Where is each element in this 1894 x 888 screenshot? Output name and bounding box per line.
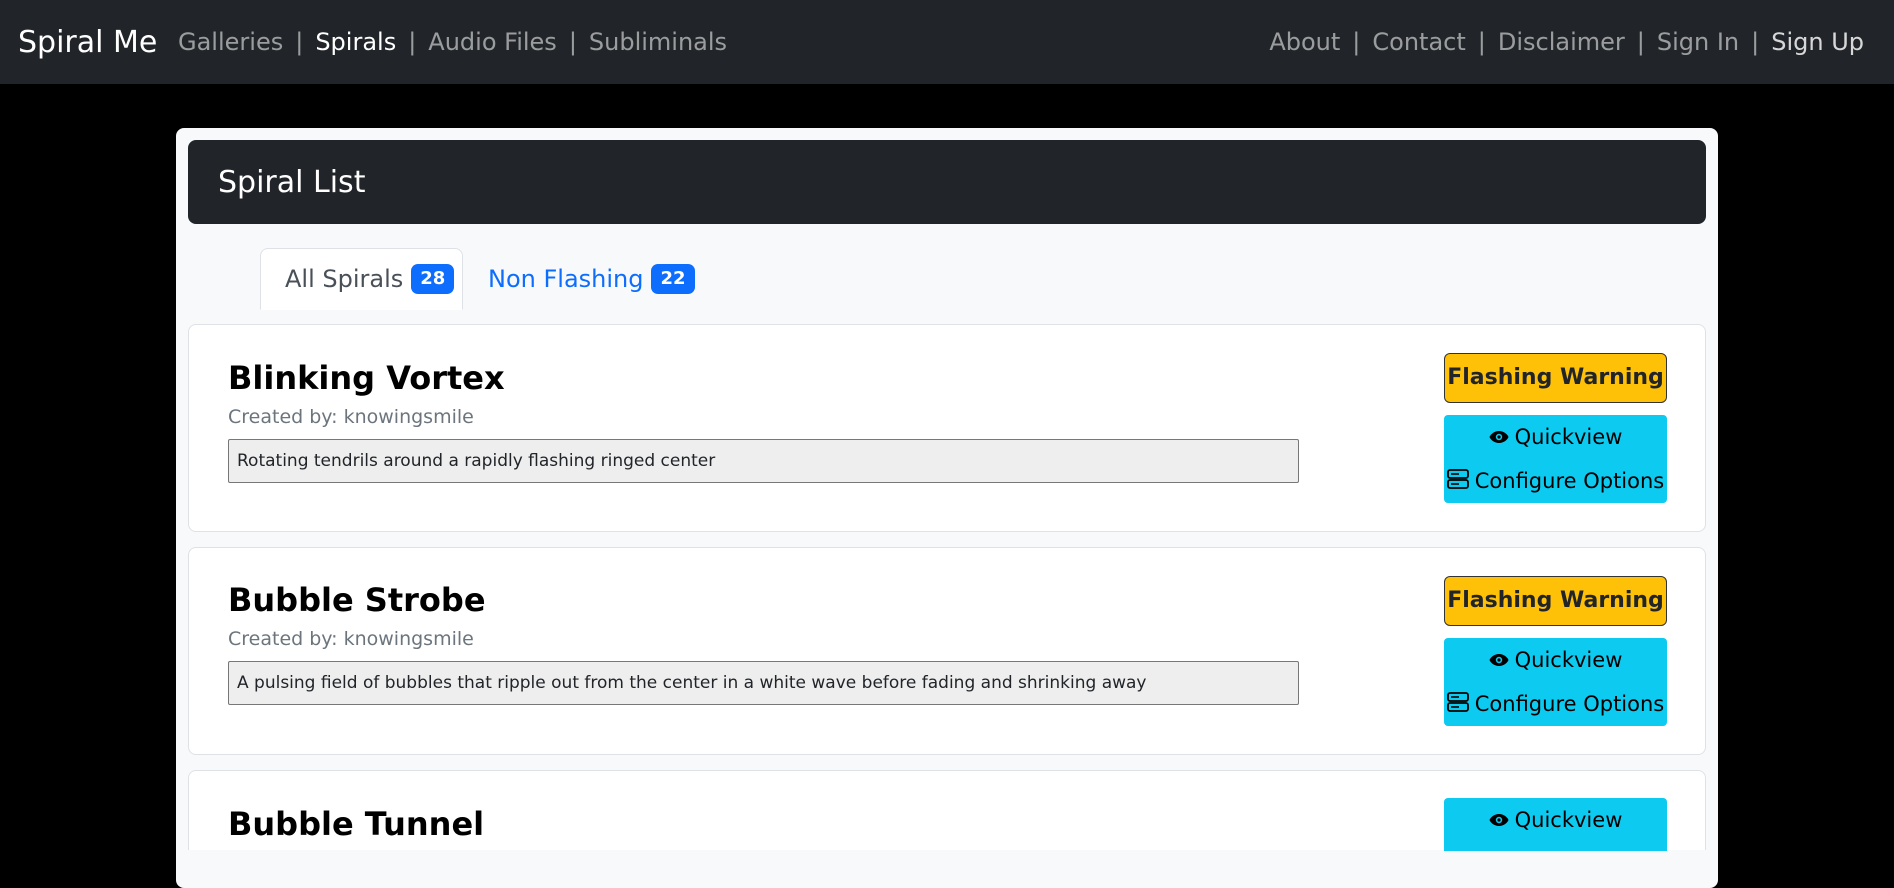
tab-label: All Spirals [285, 265, 404, 293]
top-navbar: Spiral Me Galleries | Spirals | Audio Fi… [0, 0, 1894, 84]
page-title: Spiral List [218, 165, 366, 200]
action-button-group: Quickview Configure Options [1444, 638, 1667, 726]
nav-separator: | [1352, 28, 1361, 56]
nav-about[interactable]: About [1269, 28, 1340, 56]
list-item: Blinking Vortex Created by: knowingsmile… [188, 324, 1706, 532]
tab-non-flashing[interactable]: Non Flashing 22 [476, 248, 695, 310]
tab-label: Non Flashing [488, 265, 644, 293]
spiral-title: Bubble Strobe [228, 581, 486, 619]
eye-icon [1489, 425, 1509, 449]
tab-all-spirals[interactable]: All Spirals 28 [260, 248, 463, 310]
nav-subliminals[interactable]: Subliminals [589, 28, 727, 56]
configure-options-button[interactable]: Configure Options [1444, 459, 1667, 503]
nav-separator: | [1477, 28, 1486, 56]
configure-label: Configure Options [1474, 469, 1665, 493]
nav-separator: | [408, 28, 417, 56]
nav-disclaimer[interactable]: Disclaimer [1498, 28, 1625, 56]
list-item: Bubble Strobe Created by: knowingsmile A… [188, 547, 1706, 755]
server-icon [1446, 468, 1469, 494]
quickview-label: Quickview [1514, 648, 1623, 672]
eye-icon [1489, 808, 1509, 832]
server-icon [1446, 691, 1469, 717]
quickview-button[interactable]: Quickview [1444, 798, 1667, 842]
quickview-button[interactable]: Quickview [1444, 415, 1667, 459]
description-field: A pulsing field of bubbles that ripple o… [228, 661, 1299, 705]
list-header: Spiral List [188, 140, 1706, 224]
quickview-button[interactable]: Quickview [1444, 638, 1667, 682]
nav-sign-in[interactable]: Sign In [1657, 28, 1739, 56]
nav-sign-up[interactable]: Sign Up [1771, 28, 1864, 56]
nav-spirals[interactable]: Spirals [315, 28, 396, 56]
configure-options-button[interactable]: Configure Options [1444, 682, 1667, 726]
nav-separator: | [295, 28, 304, 56]
quickview-label: Quickview [1514, 808, 1623, 832]
configure-label: Configure Options [1474, 692, 1665, 716]
creator-text: Created by: knowingsmile [228, 628, 474, 650]
nav-separator: | [568, 28, 577, 56]
count-badge: 22 [651, 264, 695, 294]
quickview-label: Quickview [1514, 425, 1623, 449]
nav-separator: | [1636, 28, 1645, 56]
spiral-title: Blinking Vortex [228, 359, 505, 397]
list-item: Bubble Tunnel Quickview [188, 770, 1706, 851]
nav-left-links: Galleries | Spirals | Audio Files | Subl… [178, 0, 727, 84]
nav-contact[interactable]: Contact [1372, 28, 1465, 56]
nav-right-links: About | Contact | Disclaimer | Sign In |… [1269, 0, 1864, 84]
nav-separator: | [1751, 28, 1760, 56]
brand-link[interactable]: Spiral Me [18, 0, 157, 84]
nav-galleries[interactable]: Galleries [178, 28, 283, 56]
action-button-group: Quickview [1444, 798, 1667, 851]
eye-icon [1489, 648, 1509, 672]
flashing-warning-button[interactable]: Flashing Warning [1444, 353, 1667, 403]
creator-text: Created by: knowingsmile [228, 406, 474, 428]
action-button-group: Quickview Configure Options [1444, 415, 1667, 503]
flashing-warning-button[interactable]: Flashing Warning [1444, 576, 1667, 626]
count-badge: 28 [411, 264, 455, 294]
nav-audio-files[interactable]: Audio Files [428, 28, 557, 56]
description-field: Rotating tendrils around a rapidly flash… [228, 439, 1299, 483]
spiral-title: Bubble Tunnel [228, 805, 485, 843]
